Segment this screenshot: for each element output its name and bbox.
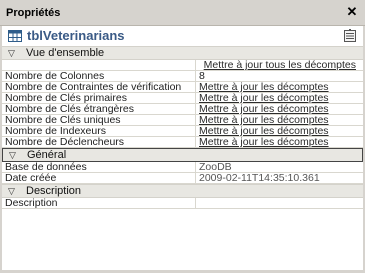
panel-title: Propriétés: [6, 7, 61, 19]
close-icon[interactable]: ✕: [345, 5, 359, 19]
collapse-triangle-icon[interactable]: ▽: [8, 186, 15, 197]
table-icon: [8, 30, 22, 42]
category-overview[interactable]: ▽ Vue d'ensemble: [2, 46, 363, 60]
property-pages-icon[interactable]: [343, 29, 357, 43]
update-counts-link[interactable]: Mettre à jour les décomptes: [199, 136, 329, 148]
collapse-triangle-icon[interactable]: ▽: [9, 150, 16, 161]
update-all-link[interactable]: Mettre à jour tous les décomptes: [204, 59, 356, 71]
collapse-triangle-icon[interactable]: ▽: [8, 48, 15, 59]
property-row[interactable]: Description: [2, 197, 363, 209]
panel-titlebar: Propriétés ✕: [0, 0, 365, 26]
object-name: tblVeterinarians: [27, 28, 125, 43]
property-key: Nombre de Déclencheurs: [5, 136, 125, 148]
object-header: tblVeterinarians: [2, 27, 363, 47]
category-general[interactable]: ▽ Général: [2, 148, 363, 162]
property-row[interactable]: Nombre de Déclencheurs Mettre à jour les…: [2, 136, 363, 148]
property-value: 2009-02-11T14:35:10.361: [199, 172, 320, 184]
category-label: Général: [27, 149, 67, 161]
category-label: Description: [26, 185, 82, 197]
properties-panel: Propriétés ✕ tblVeterinarians ▽ Vue d'en…: [0, 0, 365, 273]
category-description[interactable]: ▽ Description: [2, 184, 363, 198]
category-label: Vue d'ensemble: [26, 47, 105, 59]
property-key: Date créée: [5, 172, 57, 184]
property-grid: ▽ Vue d'ensemble Mettre à jour tous les …: [2, 46, 363, 209]
property-row[interactable]: Date créée 2009-02-11T14:35:10.361: [2, 172, 363, 184]
property-key: Description: [5, 197, 58, 209]
